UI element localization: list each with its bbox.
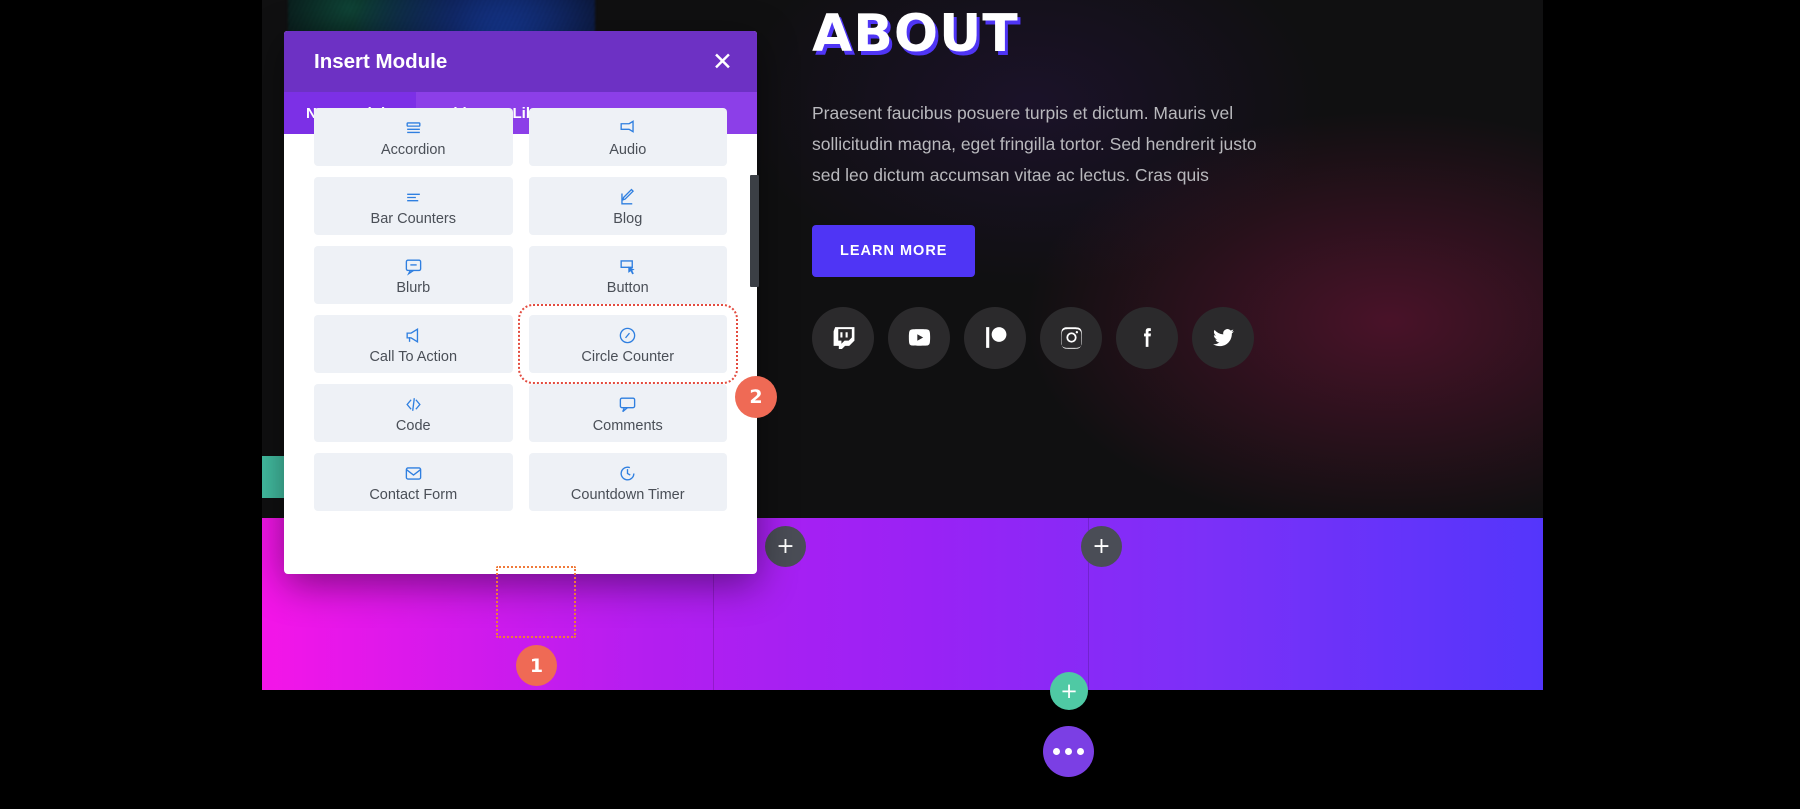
modal-scrollbar-thumb[interactable] <box>750 175 759 287</box>
about-paragraph: Praesent faucibus posuere turpis et dict… <box>812 103 1257 185</box>
module-item-countdown-timer[interactable]: Countdown Timer <box>528 453 727 511</box>
screen: ABOUT Praesent faucibus posuere turpis e… <box>0 0 1800 809</box>
module-item-code[interactable]: Code <box>314 384 513 442</box>
module-item-label: Audio <box>609 142 647 158</box>
accordion-icon <box>404 117 423 139</box>
close-icon[interactable]: ✕ <box>712 49 733 74</box>
module-item-accordion[interactable]: Accordion <box>314 108 513 166</box>
modal-title: Insert Module <box>314 49 448 73</box>
step-marker-2: 2 <box>735 376 777 418</box>
page-title: ABOUT <box>812 4 1019 64</box>
add-module-button-col2[interactable]: + <box>765 526 806 567</box>
learn-more-button[interactable]: LEARN MORE <box>812 224 976 277</box>
code-icon <box>404 393 423 415</box>
add-module-button-col3[interactable]: + <box>1081 526 1122 567</box>
modal-header: Insert Module ✕ <box>284 31 757 92</box>
module-item-contact-form[interactable]: Contact Form <box>314 453 513 511</box>
module-item-button[interactable]: Button <box>528 246 727 304</box>
module-item-label: Bar Counters <box>370 211 456 227</box>
module-item-call-to-action[interactable]: Call To Action <box>314 315 513 373</box>
insert-module-modal: Insert Module ✕ New Module Add From Libr… <box>284 31 757 574</box>
page-options-button[interactable] <box>1043 726 1094 777</box>
module-item-bar-counters[interactable]: Bar Counters <box>314 177 513 235</box>
highlight-box-add-module <box>496 566 576 638</box>
module-item-comments[interactable]: Comments <box>528 384 727 442</box>
module-item-label: Call To Action <box>369 349 458 365</box>
ellipsis-icon <box>1077 748 1084 755</box>
module-item-label: Accordion <box>381 142 446 158</box>
social-links <box>812 306 1452 369</box>
twitch-icon[interactable] <box>812 306 874 369</box>
module-item-label: Button <box>606 280 649 296</box>
instagram-icon[interactable] <box>1040 306 1102 369</box>
module-item-audio[interactable]: Audio <box>528 108 727 166</box>
module-item-label: Circle Counter <box>581 349 675 365</box>
twitter-icon[interactable] <box>1192 306 1254 369</box>
contact-form-icon <box>404 462 423 484</box>
add-section-button[interactable]: + <box>1050 672 1088 710</box>
module-item-label: Blog <box>613 211 643 227</box>
bar-counters-icon <box>404 186 423 208</box>
comments-icon <box>618 393 637 415</box>
facebook-icon[interactable] <box>1116 306 1178 369</box>
about-column: ABOUT Praesent faucibus posuere turpis e… <box>812 0 1452 369</box>
module-item-label: Countdown Timer <box>570 487 685 503</box>
youtube-icon[interactable] <box>888 306 950 369</box>
button-icon <box>618 255 637 277</box>
module-item-label: Comments <box>592 418 663 434</box>
module-item-label: Blurb <box>396 280 431 296</box>
module-item-label: Code <box>395 418 431 434</box>
ellipsis-icon <box>1065 748 1072 755</box>
module-item-circle-counter[interactable]: Circle Counter <box>517 304 738 384</box>
module-item-blurb[interactable]: Blurb <box>314 246 513 304</box>
module-item-label: Contact Form <box>369 487 458 503</box>
patreon-icon[interactable] <box>964 306 1026 369</box>
circle-counter-icon <box>618 324 637 346</box>
audio-icon <box>618 117 637 139</box>
blog-icon <box>618 186 637 208</box>
blurb-icon <box>404 255 423 277</box>
step-marker-1: 1 <box>516 645 557 686</box>
module-grid: Accordion Audio Bar Counters Blog Blurb Butto… <box>284 108 757 548</box>
countdown-timer-icon <box>618 462 637 484</box>
module-item-blog[interactable]: Blog <box>528 177 727 235</box>
call-to-action-icon <box>404 324 423 346</box>
ellipsis-icon <box>1053 748 1060 755</box>
